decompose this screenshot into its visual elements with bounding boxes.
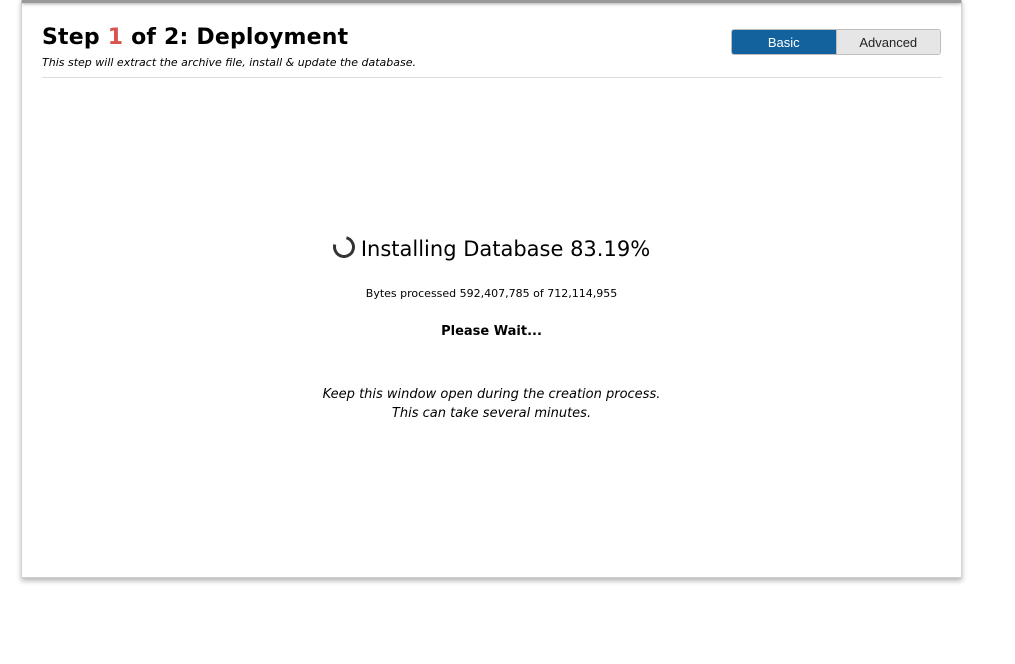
bytes-processed: Bytes processed 592,407,785 of 712,114,9…: [365, 287, 618, 300]
title-prefix: Step: [42, 25, 108, 50]
mode-toggle: Basic Advanced: [731, 29, 941, 55]
progress-status: Installing Database 83.19%: [22, 231, 961, 263]
please-wait-text: Please Wait...: [441, 324, 542, 339]
process-notes: Keep this window open during the creatio…: [22, 385, 961, 423]
page-title: Step 1 of 2: Deployment: [42, 25, 348, 50]
note-line-1: Keep this window open during the creatio…: [322, 387, 661, 402]
step-number: 1: [107, 25, 124, 50]
advanced-mode-button[interactable]: Advanced: [835, 30, 940, 54]
page-subtitle: This step will extract the archive file,…: [42, 56, 417, 69]
note-line-2: This can take several minutes.: [391, 406, 592, 421]
deployment-panel: Step 1 of 2: Deployment This step will e…: [21, 0, 962, 578]
header-divider: [42, 77, 942, 78]
basic-mode-button[interactable]: Basic: [732, 30, 836, 54]
panel-top-border: [22, 0, 961, 3]
progress-status-text: Installing Database 83.19%: [360, 237, 651, 261]
title-suffix: of 2: Deployment: [123, 25, 349, 50]
loading-spinner-icon: [328, 231, 359, 263]
